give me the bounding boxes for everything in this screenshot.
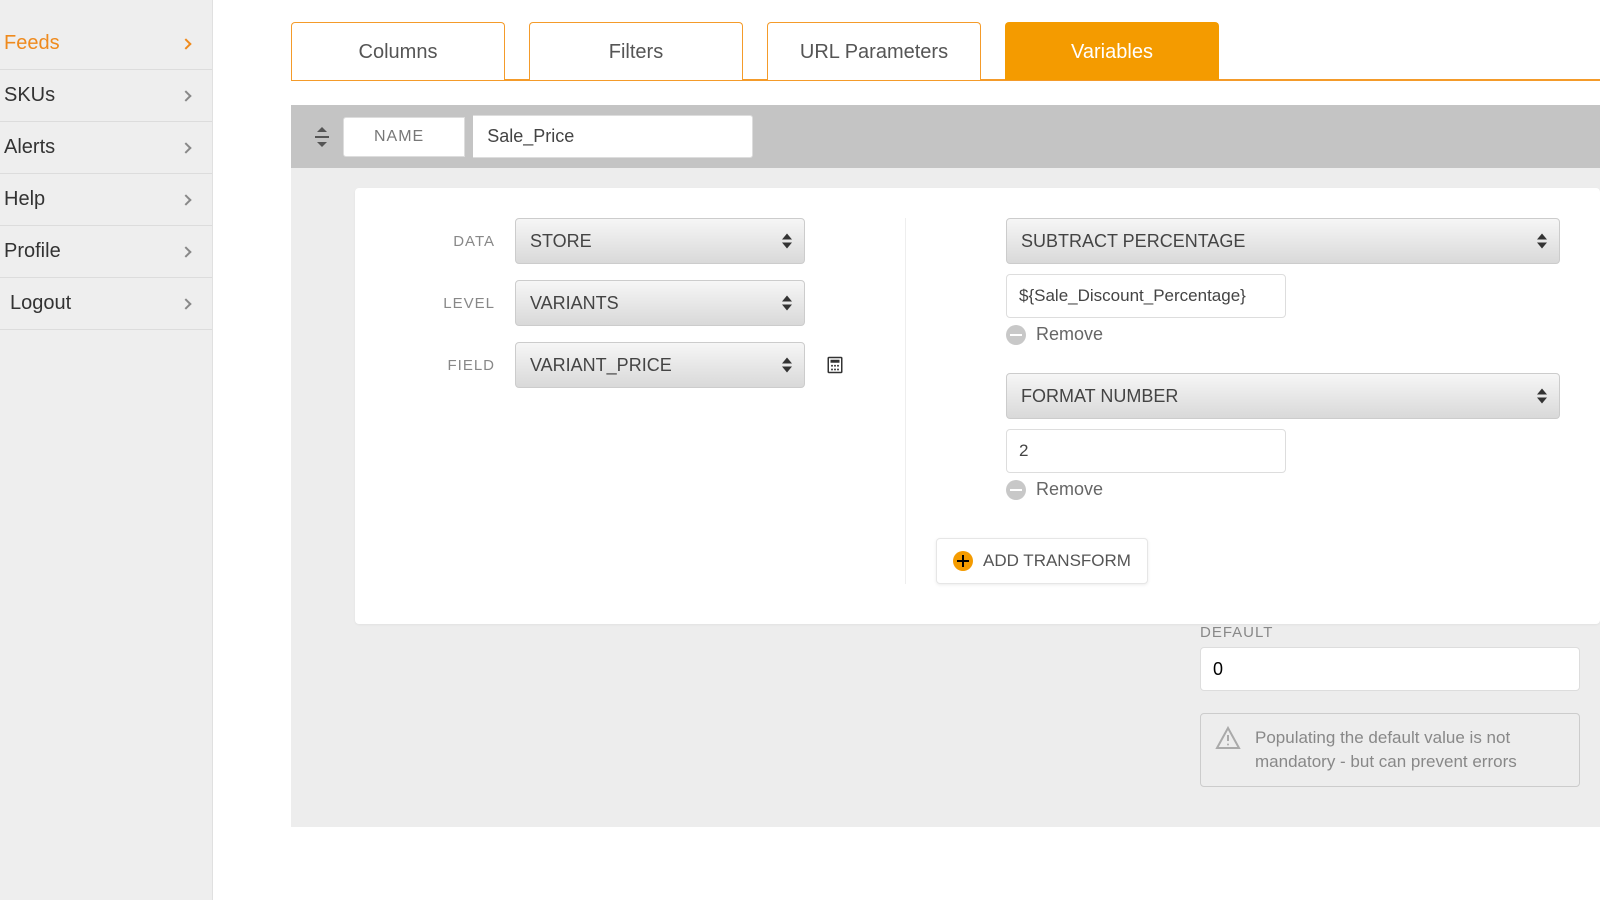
- transform-type-select[interactable]: SUBTRACT PERCENTAGE: [1006, 218, 1560, 264]
- chevron-right-icon: [180, 38, 191, 49]
- tabs: Columns Filters URL Parameters Variables: [291, 22, 1600, 81]
- data-select[interactable]: STORE: [515, 218, 805, 264]
- select-arrows-icon: [782, 234, 792, 249]
- sidebar-label: Alerts: [4, 136, 55, 159]
- plus-icon: [953, 551, 973, 571]
- select-value: STORE: [530, 231, 592, 252]
- source-column: DATA STORE LEVEL VARIANTS: [395, 218, 906, 584]
- select-value: SUBTRACT PERCENTAGE: [1021, 231, 1245, 252]
- transform-block: FORMAT NUMBER Remove: [1006, 373, 1560, 514]
- main-content: Columns Filters URL Parameters Variables…: [213, 0, 1600, 900]
- tab-url-parameters[interactable]: URL Parameters: [767, 22, 981, 80]
- tab-label: Variables: [1071, 41, 1153, 63]
- sidebar-item-profile[interactable]: Profile: [0, 226, 212, 278]
- variable-config-card: DATA STORE LEVEL VARIANTS: [355, 188, 1600, 624]
- tab-label: Filters: [609, 41, 663, 63]
- variable-row-header: NAME: [291, 105, 1600, 168]
- sidebar: Feeds SKUs Alerts Help Profile Logout: [0, 0, 213, 900]
- chevron-right-icon: [180, 194, 191, 205]
- remove-transform-button[interactable]: Remove: [1006, 324, 1560, 345]
- select-arrows-icon: [1537, 389, 1547, 404]
- remove-label: Remove: [1036, 324, 1103, 345]
- chevron-right-icon: [180, 246, 191, 257]
- select-value: VARIANT_PRICE: [530, 355, 672, 376]
- minus-icon: [1006, 480, 1026, 500]
- select-arrows-icon: [782, 296, 792, 311]
- field-select[interactable]: VARIANT_PRICE: [515, 342, 805, 388]
- add-transform-label: ADD TRANSFORM: [983, 551, 1131, 571]
- field-label: FIELD: [395, 357, 495, 374]
- sidebar-item-feeds[interactable]: Feeds: [0, 18, 212, 70]
- sidebar-item-alerts[interactable]: Alerts: [0, 122, 212, 174]
- drag-handle-icon[interactable]: [309, 127, 335, 147]
- add-transform-button[interactable]: ADD TRANSFORM: [936, 538, 1148, 584]
- transform-type-select[interactable]: FORMAT NUMBER: [1006, 373, 1560, 419]
- name-label: NAME: [343, 117, 465, 157]
- default-label: DEFAULT: [1200, 624, 1580, 641]
- variable-name-input[interactable]: [473, 115, 753, 158]
- tab-label: Columns: [359, 41, 438, 63]
- transform-value-input[interactable]: [1006, 429, 1286, 473]
- calculator-icon[interactable]: [825, 355, 845, 375]
- remove-label: Remove: [1036, 479, 1103, 500]
- select-arrows-icon: [1537, 234, 1547, 249]
- sidebar-label: Profile: [4, 240, 61, 263]
- data-label: DATA: [395, 233, 495, 250]
- default-value-input[interactable]: [1200, 647, 1580, 691]
- select-arrows-icon: [782, 358, 792, 373]
- tab-label: URL Parameters: [800, 41, 948, 63]
- transforms-column: SUBTRACT PERCENTAGE Remove: [966, 218, 1560, 584]
- sidebar-label: SKUs: [4, 84, 55, 107]
- tab-variables[interactable]: Variables: [1005, 22, 1219, 80]
- sidebar-label: Feeds: [4, 32, 60, 55]
- sidebar-item-help[interactable]: Help: [0, 174, 212, 226]
- remove-transform-button[interactable]: Remove: [1006, 479, 1560, 500]
- sidebar-label: Logout: [10, 292, 71, 315]
- default-section: DEFAULT Populating the default value is …: [355, 624, 1600, 787]
- tab-columns[interactable]: Columns: [291, 22, 505, 80]
- warning-icon: [1215, 726, 1241, 750]
- sidebar-label: Help: [4, 188, 45, 211]
- tab-filters[interactable]: Filters: [529, 22, 743, 80]
- minus-icon: [1006, 325, 1026, 345]
- level-label: LEVEL: [395, 295, 495, 312]
- sidebar-item-logout[interactable]: Logout: [0, 278, 212, 330]
- chevron-right-icon: [180, 298, 191, 309]
- chevron-right-icon: [180, 90, 191, 101]
- level-select[interactable]: VARIANTS: [515, 280, 805, 326]
- default-hint: Populating the default value is not mand…: [1200, 713, 1580, 787]
- select-value: FORMAT NUMBER: [1021, 386, 1178, 407]
- transform-block: SUBTRACT PERCENTAGE Remove: [1006, 218, 1560, 359]
- select-value: VARIANTS: [530, 293, 619, 314]
- chevron-right-icon: [180, 142, 191, 153]
- sidebar-item-skus[interactable]: SKUs: [0, 70, 212, 122]
- hint-text: Populating the default value is not mand…: [1255, 726, 1565, 774]
- transform-value-input[interactable]: [1006, 274, 1286, 318]
